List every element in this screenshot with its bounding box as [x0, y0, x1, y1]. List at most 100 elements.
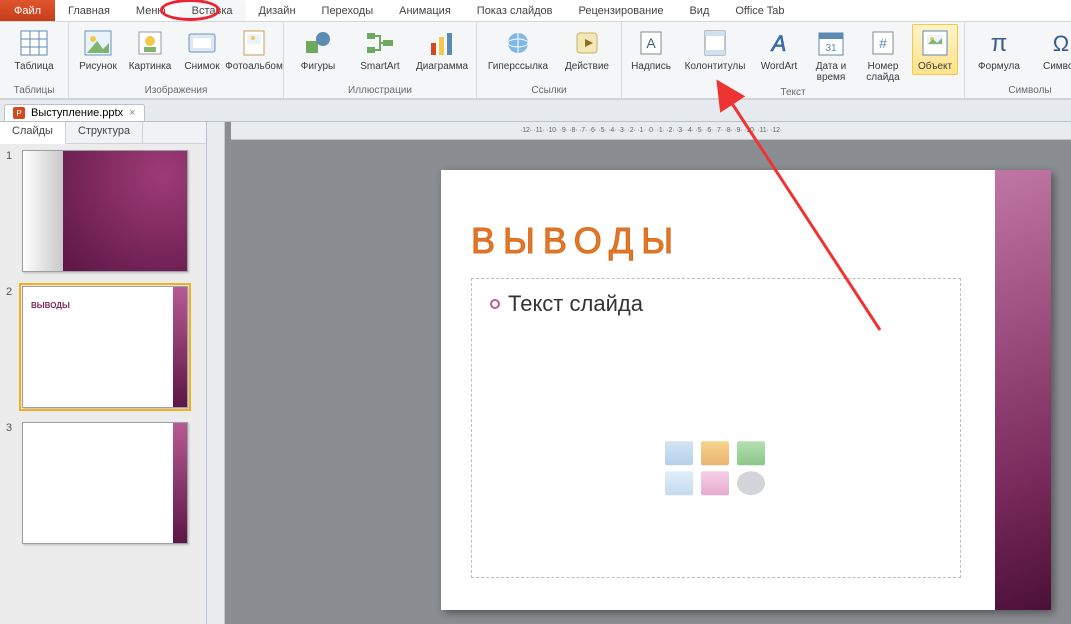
insert-chart-icon[interactable]: [701, 441, 729, 465]
powerpoint-icon: P: [13, 107, 25, 119]
menu-tab-главная[interactable]: Главная: [55, 0, 123, 21]
ribbon-button-label: Фигуры: [301, 61, 335, 72]
ribbon-button-label: Действие: [565, 61, 609, 72]
wordart-button[interactable]: AWordArt: [756, 24, 802, 75]
slide-title[interactable]: ВЫВОДЫ: [471, 220, 681, 262]
ribbon-button-label: Снимок: [184, 61, 219, 72]
table-icon: [18, 27, 50, 59]
ribbon-group-label: Иллюстрации: [290, 84, 470, 98]
svg-text:31: 31: [825, 43, 837, 54]
insert-smartart-icon[interactable]: [737, 441, 765, 465]
datetime-button[interactable]: 31 Дата и время: [808, 24, 854, 86]
thumbnail-row: 1: [6, 150, 200, 272]
panel-tabs: СлайдыСтруктура: [0, 122, 206, 144]
screenshot-icon: [186, 27, 218, 59]
ribbon-button-label: Картинка: [129, 61, 172, 72]
menu-tab-показ слайдов[interactable]: Показ слайдов: [464, 0, 566, 21]
table-button[interactable]: Таблица: [6, 24, 62, 75]
content-placeholder[interactable]: Текст слайда: [471, 278, 961, 578]
headerfooter-button[interactable]: Колонтитулы: [680, 24, 750, 75]
hyperlink-icon: [502, 27, 534, 59]
svg-text:A: A: [770, 31, 787, 56]
textbox-button[interactable]: AНадпись: [628, 24, 674, 75]
ribbon-button-label: Номер слайда: [862, 61, 904, 83]
insert-picture-icon[interactable]: [665, 471, 693, 495]
smartart-button[interactable]: SmartArt: [352, 24, 408, 75]
ribbon-group-таблицы: ТаблицаТаблицы: [0, 22, 69, 98]
shapes-icon: [302, 27, 334, 59]
ribbon-button-label: Рисунок: [79, 61, 117, 72]
slide-canvas[interactable]: ВЫВОДЫ Текст слайда: [441, 170, 1051, 610]
panel-tab-структура[interactable]: Структура: [66, 122, 143, 143]
symbol-button[interactable]: Ω Символ: [1033, 24, 1071, 75]
textbox-icon: A: [635, 27, 667, 59]
album-button[interactable]: Фотоальбом: [231, 24, 277, 75]
object-icon: [919, 27, 951, 59]
stage[interactable]: ВЫВОДЫ Текст слайда: [231, 140, 1071, 624]
insert-table-icon[interactable]: [665, 441, 693, 465]
hyperlink-button[interactable]: Гиперссылка: [483, 24, 553, 75]
slidenum-icon: #: [867, 27, 899, 59]
headerfooter-icon: [699, 27, 731, 59]
action-icon: [571, 27, 603, 59]
insert-clipart-icon[interactable]: [701, 471, 729, 495]
ribbon-group-символы: πФормула Ω Символ Символы: [965, 22, 1071, 98]
menu-tab-вид[interactable]: Вид: [676, 0, 722, 21]
menu-tab-дизайн[interactable]: Дизайн: [246, 0, 309, 21]
slidenum-button[interactable]: # Номер слайда: [860, 24, 906, 86]
menu-tab-вставка[interactable]: Вставка: [179, 0, 246, 21]
ribbon-group-label: Текст: [628, 86, 958, 100]
insert-media-icon[interactable]: [737, 471, 765, 495]
thumbnail-slide-3[interactable]: [22, 422, 188, 544]
ribbon-button-label: Символ: [1043, 61, 1071, 72]
smartart-icon: [364, 27, 396, 59]
editor: ·12· ·11· ·10· ·9· ·8· ·7· ·6· ·5· ·4· ·…: [207, 122, 1071, 624]
clipart-button[interactable]: Картинка: [127, 24, 173, 75]
document-tab[interactable]: P Выступление.pptx ×: [4, 104, 145, 121]
svg-text:#: #: [879, 35, 887, 51]
menu-tab-меню[interactable]: Меню: [123, 0, 179, 21]
slides-panel: СлайдыСтруктура 12ВЫВОДЫ3: [0, 122, 207, 624]
screenshot-button[interactable]: Снимок: [179, 24, 225, 75]
ribbon-button-label: Фотоальбом: [225, 61, 283, 72]
ribbon-group-текст: AНадписьКолонтитулыAWordArt 31 Дата и врем…: [622, 22, 965, 98]
bullet-icon: [490, 299, 500, 309]
placeholder-icons[interactable]: [665, 441, 767, 495]
thumbnail-row: 3: [6, 422, 200, 544]
horizontal-ruler: ·12· ·11· ·10· ·9· ·8· ·7· ·6· ·5· ·4· ·…: [231, 122, 1071, 140]
menu-tab-переходы[interactable]: Переходы: [309, 0, 387, 21]
shapes-button[interactable]: Фигуры: [290, 24, 346, 75]
datetime-icon: 31: [815, 27, 847, 59]
thumbnail-slide-2[interactable]: ВЫВОДЫ: [22, 286, 188, 408]
ribbon-button-label: Диаграмма: [416, 61, 468, 72]
workspace: СлайдыСтруктура 12ВЫВОДЫ3 ·12· ·11· ·10·…: [0, 122, 1071, 624]
ribbon-group-label: Ссылки: [483, 84, 615, 98]
ribbon-button-label: Гиперссылка: [488, 61, 548, 72]
panel-tab-слайды[interactable]: Слайды: [0, 122, 66, 144]
menu-tabs: Файл ГлавнаяМенюВставкаДизайнПереходыАни…: [0, 0, 1071, 22]
object-button[interactable]: Объект: [912, 24, 958, 75]
file-tab[interactable]: Файл: [0, 0, 55, 21]
equation-button[interactable]: πФормула: [971, 24, 1027, 75]
thumbnail-number: 3: [6, 422, 16, 544]
menu-tab-office tab[interactable]: Office Tab: [722, 0, 797, 21]
ribbon-group-label: Изображения: [75, 84, 277, 98]
thumbnail-slide-1[interactable]: [22, 150, 188, 272]
close-icon[interactable]: ×: [129, 107, 135, 119]
picture-button[interactable]: Рисунок: [75, 24, 121, 75]
ribbon-button-label: Формула: [978, 61, 1020, 72]
body-text[interactable]: Текст слайда: [508, 291, 643, 317]
picture-icon: [82, 27, 114, 59]
wordart-icon: A: [763, 27, 795, 59]
ribbon-group-label: Символы: [971, 84, 1071, 98]
ribbon-button-label: SmartArt: [360, 61, 399, 72]
menu-tab-анимация[interactable]: Анимация: [386, 0, 464, 21]
symbol-icon: Ω: [1045, 27, 1071, 59]
ribbon-group-иллюстрации: Фигуры SmartArt Диаграмма Иллюстрации: [284, 22, 477, 98]
ribbon-button-label: Таблица: [14, 61, 53, 72]
ribbon-button-label: Дата и время: [810, 61, 852, 83]
menu-tab-рецензирование[interactable]: Рецензирование: [566, 0, 677, 21]
vertical-ruler: [207, 122, 225, 624]
chart-button[interactable]: Диаграмма: [414, 24, 470, 75]
action-button[interactable]: Действие: [559, 24, 615, 75]
